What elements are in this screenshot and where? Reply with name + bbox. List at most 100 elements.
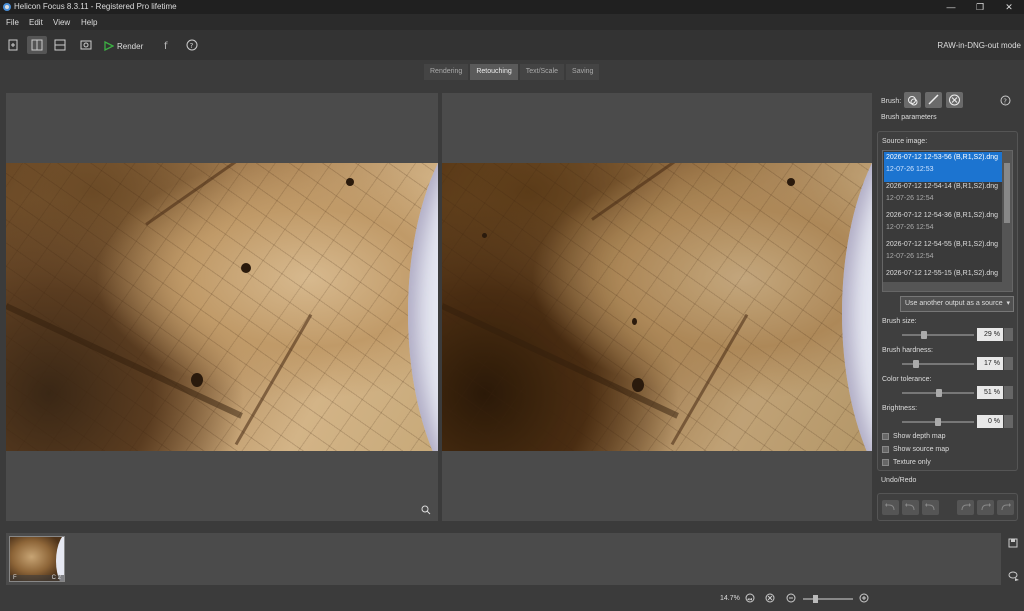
redo-step-button[interactable] [977,500,994,515]
stamp-icon [908,96,918,106]
brush-size-spinner[interactable] [1004,328,1013,341]
brightness-spinner[interactable] [1004,415,1013,428]
file-add-icon [8,39,18,51]
checkbox-box[interactable] [882,459,889,466]
list-item[interactable]: 2026-07-12 12-53-56 (B,R1,S2).dng 12-07-… [884,152,1002,182]
source-filename: 2026-07-12 12-54-14 (B,R1,S2).dng [886,183,999,190]
menu-edit[interactable]: Edit [29,18,43,27]
split-vertical-icon [31,39,43,51]
undo-button[interactable] [922,500,939,515]
source-select[interactable]: Use another output as a source ▾ [900,296,1014,312]
undo-step-button[interactable] [902,500,919,515]
magnifier-icon[interactable] [421,505,431,515]
menu-file[interactable]: File [6,18,19,27]
checkbox-label: Show depth map [893,433,946,440]
zoom-slider[interactable] [803,595,853,603]
source-date: 12-07-26 12:54 [886,195,934,202]
brush-size-slider[interactable] [902,331,974,339]
brush-hardness-label: Brush hardness: [882,347,933,354]
zoom-in-icon[interactable] [859,593,869,603]
source-image-label: Source image: [882,138,928,145]
color-tolerance-label: Color tolerance: [882,376,932,383]
split-vertical-button[interactable] [27,36,47,54]
undo-icon [905,503,915,511]
close-button[interactable]: ✕ [994,0,1024,14]
show-depth-map-checkbox[interactable]: Show depth map [882,433,946,440]
source-date: 12-07-26 12:53 [886,166,934,173]
list-scrollbar[interactable] [1002,151,1012,291]
brush-clone-button[interactable] [904,92,921,108]
brush-hardness-value[interactable]: 17 % [977,357,1003,370]
chevron-down-icon: ▾ [1006,300,1010,307]
save-icon[interactable] [1008,538,1018,548]
list-item[interactable]: 2026-07-12 12-54-14 (B,R1,S2).dng 12-07-… [884,181,1002,211]
source-filename: 2026-07-12 12-55-15 (B,R1,S2).dng [886,270,999,277]
tab-retouching[interactable]: Retouching [470,64,518,80]
brush-erase-button[interactable] [946,92,963,108]
facebook-button[interactable]: f [157,36,177,54]
title-bar: Helicon Focus 8.3.11 - Registered Pro li… [0,0,1024,14]
raw-mode-label: RAW-in-DNG-out mode [937,41,1021,50]
split-horizontal-icon [54,39,66,51]
checkbox-box[interactable] [882,446,889,453]
texture-only-checkbox[interactable]: Texture only [882,459,931,466]
help-button[interactable]: ? [182,36,202,54]
help-icon[interactable]: ? [1000,95,1011,106]
tab-saving[interactable]: Saving [566,64,600,80]
brightness-slider[interactable] [902,418,974,426]
output-thumbnail[interactable]: F C 2 [9,536,65,582]
zoom-out-icon[interactable] [786,593,796,603]
color-tolerance-slider[interactable] [902,389,974,397]
source-image-view[interactable] [6,93,438,521]
redo-button[interactable] [957,500,974,515]
output-image-view[interactable] [442,93,872,521]
menu-help[interactable]: Help [81,18,97,27]
render-label: Render [117,41,144,51]
list-item[interactable]: 2026-07-12 12-54-55 (B,R1,S2).dng 12-07-… [884,239,1002,269]
export-icon[interactable] [1008,570,1020,582]
undo-all-button[interactable] [882,500,899,515]
erase-icon [949,94,960,106]
tab-text-scale[interactable]: Text/Scale [519,64,565,80]
undo-redo-heading: Undo/Redo [881,477,917,484]
brush-paint-button[interactable] [925,92,942,108]
add-images-button[interactable] [3,36,23,54]
render-button[interactable]: Render [104,38,143,54]
brush-hardness-spinner[interactable] [1004,357,1013,370]
split-horizontal-button[interactable] [50,36,70,54]
toolbar: Render f ? RAW-in-DNG-out mode [0,30,1024,60]
source-image-list[interactable]: 2026-07-12 12-53-56 (B,R1,S2).dng 12-07-… [882,150,1013,292]
svg-text:◂◂: ◂◂ [747,597,753,603]
color-tolerance-spinner[interactable] [1004,386,1013,399]
zoom-fit-icon[interactable]: ◂◂ [745,593,755,603]
redo-icon [1001,503,1011,511]
menu-view[interactable]: View [53,18,70,27]
list-item[interactable]: 2026-07-12 12-54-36 (B,R1,S2).dng 12-07-… [884,210,1002,240]
brush-parameters-panel: Source image: 2026-07-12 12-53-56 (B,R1,… [877,131,1018,471]
brush-hardness-slider[interactable] [902,360,974,368]
source-filename: 2026-07-12 12-54-36 (B,R1,S2).dng [886,212,999,219]
checkbox-label: Show source map [893,446,950,453]
list-horizontal-scrollbar[interactable] [883,282,1003,291]
show-source-map-checkbox[interactable]: Show source map [882,446,949,453]
help-icon: ? [186,39,198,51]
redo-all-button[interactable] [997,500,1014,515]
source-filename: 2026-07-12 12-53-56 (B,R1,S2).dng [886,154,999,161]
minimize-button[interactable]: — [936,0,966,14]
window-title: Helicon Focus 8.3.11 - Registered Pro li… [14,2,177,11]
undo-redo-panel [877,493,1018,521]
zoom-actual-icon[interactable] [765,593,775,603]
color-tolerance-value[interactable]: 51 % [977,386,1003,399]
checkbox-label: Texture only [893,459,931,466]
brush-toolbar: Brush: ? Brush parameters [876,92,1024,132]
checkbox-box[interactable] [882,433,889,440]
mode-tabs: Rendering Retouching Text/Scale Saving [424,64,600,80]
svg-text:?: ? [190,42,194,50]
preview-button[interactable] [76,36,96,54]
brightness-value[interactable]: 0 % [977,415,1003,428]
brightness-label: Brightness: [882,405,918,412]
maximize-button[interactable]: ❐ [965,0,995,14]
tab-rendering[interactable]: Rendering [424,64,469,80]
filmstrip: F C 2 [6,533,1001,585]
brush-size-value[interactable]: 29 % [977,328,1003,341]
